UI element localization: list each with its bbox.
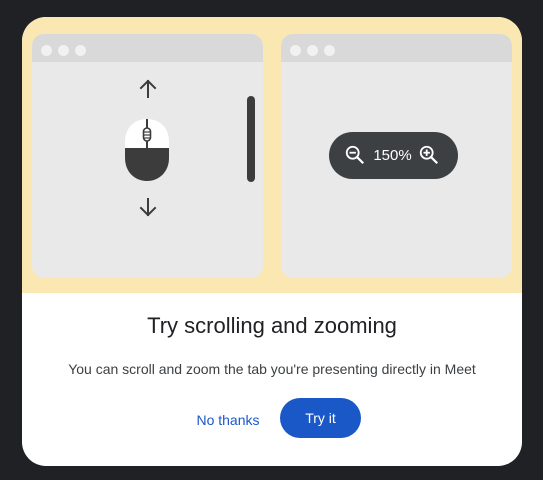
dialog-title: Try scrolling and zooming xyxy=(147,313,397,338)
scroll-zoom-dialog: 150% Try scrolling and zooming You can s… xyxy=(22,17,522,466)
illustration-panel: 150% xyxy=(22,17,522,293)
browser-window-scroll xyxy=(32,34,263,278)
window-dot xyxy=(41,45,52,56)
dialog-description: You can scroll and zoom the tab you're p… xyxy=(68,361,476,377)
zoom-in-icon xyxy=(419,145,439,165)
window-dot xyxy=(324,45,335,56)
mouse-icon xyxy=(125,119,169,181)
no-thanks-button[interactable]: No thanks xyxy=(182,402,274,438)
zoom-level-text: 150% xyxy=(373,147,412,164)
arrow-up-icon xyxy=(139,79,157,98)
zoom-control-pill: 150% xyxy=(329,132,458,179)
try-it-button[interactable]: Try it xyxy=(280,398,361,438)
zoom-out-icon xyxy=(345,145,365,165)
browser-window-zoom: 150% xyxy=(281,34,512,278)
scrollbar xyxy=(247,96,255,182)
window-titlebar xyxy=(281,34,512,62)
window-dot xyxy=(58,45,69,56)
window-titlebar xyxy=(32,34,263,62)
window-dot xyxy=(307,45,318,56)
window-dot xyxy=(75,45,86,56)
window-dot xyxy=(290,45,301,56)
arrow-down-icon xyxy=(139,198,157,217)
